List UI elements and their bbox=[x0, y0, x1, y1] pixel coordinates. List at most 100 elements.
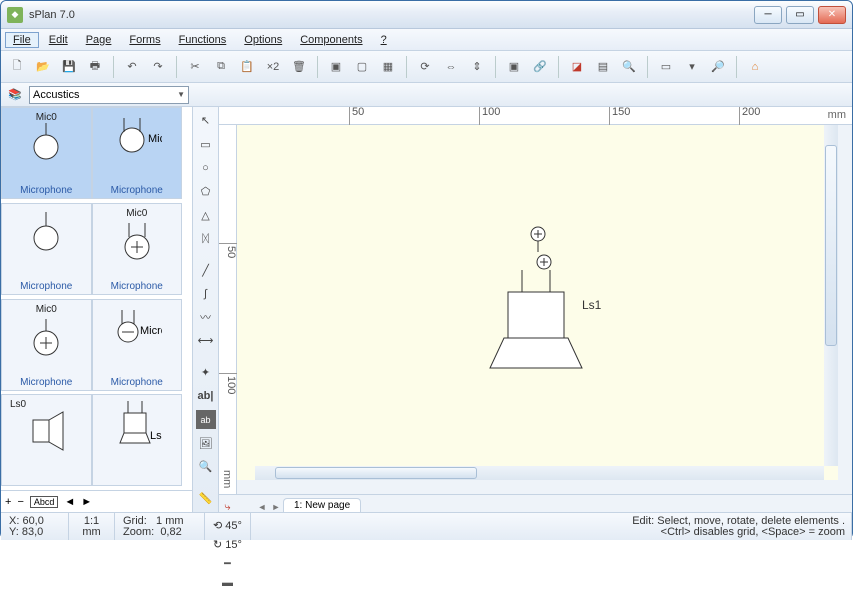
maximize-button[interactable]: ▭ bbox=[786, 6, 814, 24]
send-back-icon[interactable]: ▢ bbox=[350, 55, 374, 79]
menu-page[interactable]: Page bbox=[78, 32, 120, 48]
tool-node[interactable]: ✦ bbox=[196, 363, 216, 383]
tool-special[interactable]: ᛞ bbox=[196, 229, 216, 249]
menu-bar: File Edit Page Forms Functions Options C… bbox=[1, 29, 852, 51]
minimize-button[interactable]: ─ bbox=[754, 6, 782, 24]
canvas-area: 50 100 150 200 mm 50 100 mm bbox=[219, 107, 852, 512]
component-cell[interactable]: Microphone bbox=[1, 203, 92, 295]
page-icon[interactable]: ▭ bbox=[654, 55, 678, 79]
snap-icon[interactable]: ◪ bbox=[565, 55, 589, 79]
settings-icon[interactable]: ▾ bbox=[680, 55, 704, 79]
title-bar: ◆ sPlan 7.0 ─ ▭ ✕ bbox=[1, 1, 852, 29]
component-grid: Mic0 Microphone Mic0 Microphone Micropho… bbox=[1, 107, 192, 490]
save-file-icon[interactable]: 💾 bbox=[57, 55, 81, 79]
ungroup-icon[interactable]: ▦ bbox=[376, 55, 400, 79]
group-icon[interactable]: ▣ bbox=[502, 55, 526, 79]
tab-next[interactable]: ► bbox=[269, 502, 283, 512]
duplicate-icon[interactable]: ×2 bbox=[261, 55, 285, 79]
chevron-left-icon[interactable]: ◄ bbox=[64, 496, 75, 508]
library-selector[interactable]: Accustics ▼ bbox=[29, 86, 189, 104]
sidebar-zoom-in[interactable]: + bbox=[5, 496, 11, 508]
component-cell[interactable]: Mic0 Microphone bbox=[92, 107, 183, 199]
paste-icon[interactable]: 📋 bbox=[235, 55, 259, 79]
svg-text:Microphone: Microphone bbox=[140, 325, 162, 337]
status-tools: ▦ ▮ ⤷ ⟲ 45° ↻ 15° ━ ▬ bbox=[205, 513, 251, 540]
chevron-down-icon: ▼ bbox=[177, 90, 185, 99]
app-icon: ◆ bbox=[7, 7, 23, 23]
ruler-horizontal: 50 100 150 200 mm bbox=[219, 107, 852, 125]
open-file-icon[interactable]: 📂 bbox=[31, 55, 55, 79]
svg-text:Mic0: Mic0 bbox=[148, 133, 162, 145]
page-tab-1[interactable]: 1: New page bbox=[283, 498, 361, 512]
tool-text[interactable]: ab| bbox=[196, 386, 216, 406]
redo-icon[interactable]: ↷ bbox=[146, 55, 170, 79]
menu-functions[interactable]: Functions bbox=[171, 32, 235, 48]
bring-front-icon[interactable]: ▣ bbox=[324, 55, 348, 79]
sidebar-labels-toggle[interactable]: Abcd bbox=[30, 496, 59, 508]
home-icon[interactable]: ⌂ bbox=[743, 55, 767, 79]
connector-icon[interactable]: ⤷ bbox=[219, 502, 235, 513]
component-cell[interactable]: Mic0 Microphone bbox=[1, 299, 92, 391]
page-tabs: ◄ ► 1: New page bbox=[219, 494, 852, 512]
rotate-icon[interactable]: ⟳ bbox=[413, 55, 437, 79]
tool-measure[interactable]: 📏 bbox=[196, 488, 216, 508]
tool-label[interactable]: ab bbox=[196, 410, 216, 430]
find-icon[interactable]: 🔍 bbox=[617, 55, 641, 79]
svg-text:Ls0: Ls0 bbox=[150, 430, 162, 442]
tool-freehand[interactable]: 〰 bbox=[196, 308, 216, 328]
canvas-hscrollbar[interactable] bbox=[255, 466, 824, 480]
rotate-angle[interactable]: ⟲ 45° bbox=[213, 521, 242, 532]
menu-forms[interactable]: Forms bbox=[121, 32, 168, 48]
library-bar: 📚 Accustics ▼ bbox=[1, 83, 852, 107]
menu-edit[interactable]: Edit bbox=[41, 32, 76, 48]
tool-image[interactable]: 🖼 bbox=[196, 433, 216, 453]
step-angle[interactable]: ↻ 15° bbox=[213, 540, 242, 551]
cut-icon[interactable]: ✂ bbox=[183, 55, 207, 79]
new-file-icon[interactable]: 🗋 bbox=[5, 55, 29, 79]
component-cell[interactable]: Ls0 bbox=[1, 394, 92, 486]
menu-file[interactable]: File bbox=[5, 32, 39, 48]
schematic-main-label: Ls1 bbox=[582, 298, 601, 312]
tool-dimension[interactable]: ⟷ bbox=[196, 331, 216, 351]
library-selector-value: Accustics bbox=[33, 89, 79, 101]
tool-triangle[interactable]: △ bbox=[196, 205, 216, 225]
menu-options[interactable]: Options bbox=[236, 32, 290, 48]
tool-pointer[interactable]: ↖ bbox=[196, 111, 216, 131]
tool-zoom[interactable]: 🔍 bbox=[196, 457, 216, 477]
drawing-canvas[interactable]: Ls1 bbox=[237, 125, 852, 494]
status-unit: mm bbox=[77, 527, 106, 538]
list-icon[interactable]: ▤ bbox=[591, 55, 615, 79]
tool-rect[interactable]: ▭ bbox=[196, 135, 216, 155]
status-hint-2: <Ctrl> disables grid, <Space> = zoom bbox=[259, 527, 845, 538]
tool-column: ↖ ▭ ○ ⬠ △ ᛞ ╱ ∫ 〰 ⟷ ✦ ab| ab 🖼 🔍 📏 bbox=[193, 107, 219, 512]
library-book-icon[interactable]: 📚 bbox=[5, 86, 25, 104]
print-icon[interactable]: 🖶 bbox=[83, 55, 107, 79]
tool-circle[interactable]: ○ bbox=[196, 158, 216, 178]
mirror-v-icon[interactable]: ⇕ bbox=[465, 55, 489, 79]
sidebar-zoom-out[interactable]: − bbox=[17, 496, 23, 508]
status-hint-1: Edit: Select, move, rotate, delete eleme… bbox=[259, 516, 845, 527]
tool-bezier[interactable]: ∫ bbox=[196, 284, 216, 304]
link-icon[interactable]: 🔗 bbox=[528, 55, 552, 79]
component-cell[interactable]: Mic0 Microphone bbox=[1, 107, 92, 199]
fill-style-icon[interactable]: ▬ bbox=[219, 578, 235, 589]
close-button[interactable]: ✕ bbox=[818, 6, 846, 24]
copy-icon[interactable]: ⧉ bbox=[209, 55, 233, 79]
component-cell[interactable]: Microphone Microphone bbox=[92, 299, 183, 391]
menu-help[interactable]: ? bbox=[373, 32, 395, 48]
tool-line[interactable]: ╱ bbox=[196, 260, 216, 280]
sidebar-scrollbar[interactable] bbox=[182, 107, 192, 490]
delete-icon[interactable]: 🗑 bbox=[287, 55, 311, 79]
undo-icon[interactable]: ↶ bbox=[120, 55, 144, 79]
zoom-icon[interactable]: 🔎 bbox=[706, 55, 730, 79]
tab-prev[interactable]: ◄ bbox=[255, 502, 269, 512]
status-scale: 1:1 bbox=[77, 516, 106, 527]
component-cell[interactable]: Mic0 Microphone bbox=[92, 203, 183, 295]
menu-components[interactable]: Components bbox=[292, 32, 370, 48]
mirror-h-icon[interactable]: ⇔ bbox=[439, 55, 463, 79]
line-style-icon[interactable]: ━ bbox=[219, 559, 235, 570]
chevron-right-icon[interactable]: ► bbox=[81, 496, 92, 508]
canvas-vscrollbar[interactable] bbox=[824, 125, 838, 466]
tool-poly[interactable]: ⬠ bbox=[196, 182, 216, 202]
component-cell[interactable]: Ls0 bbox=[92, 394, 183, 486]
